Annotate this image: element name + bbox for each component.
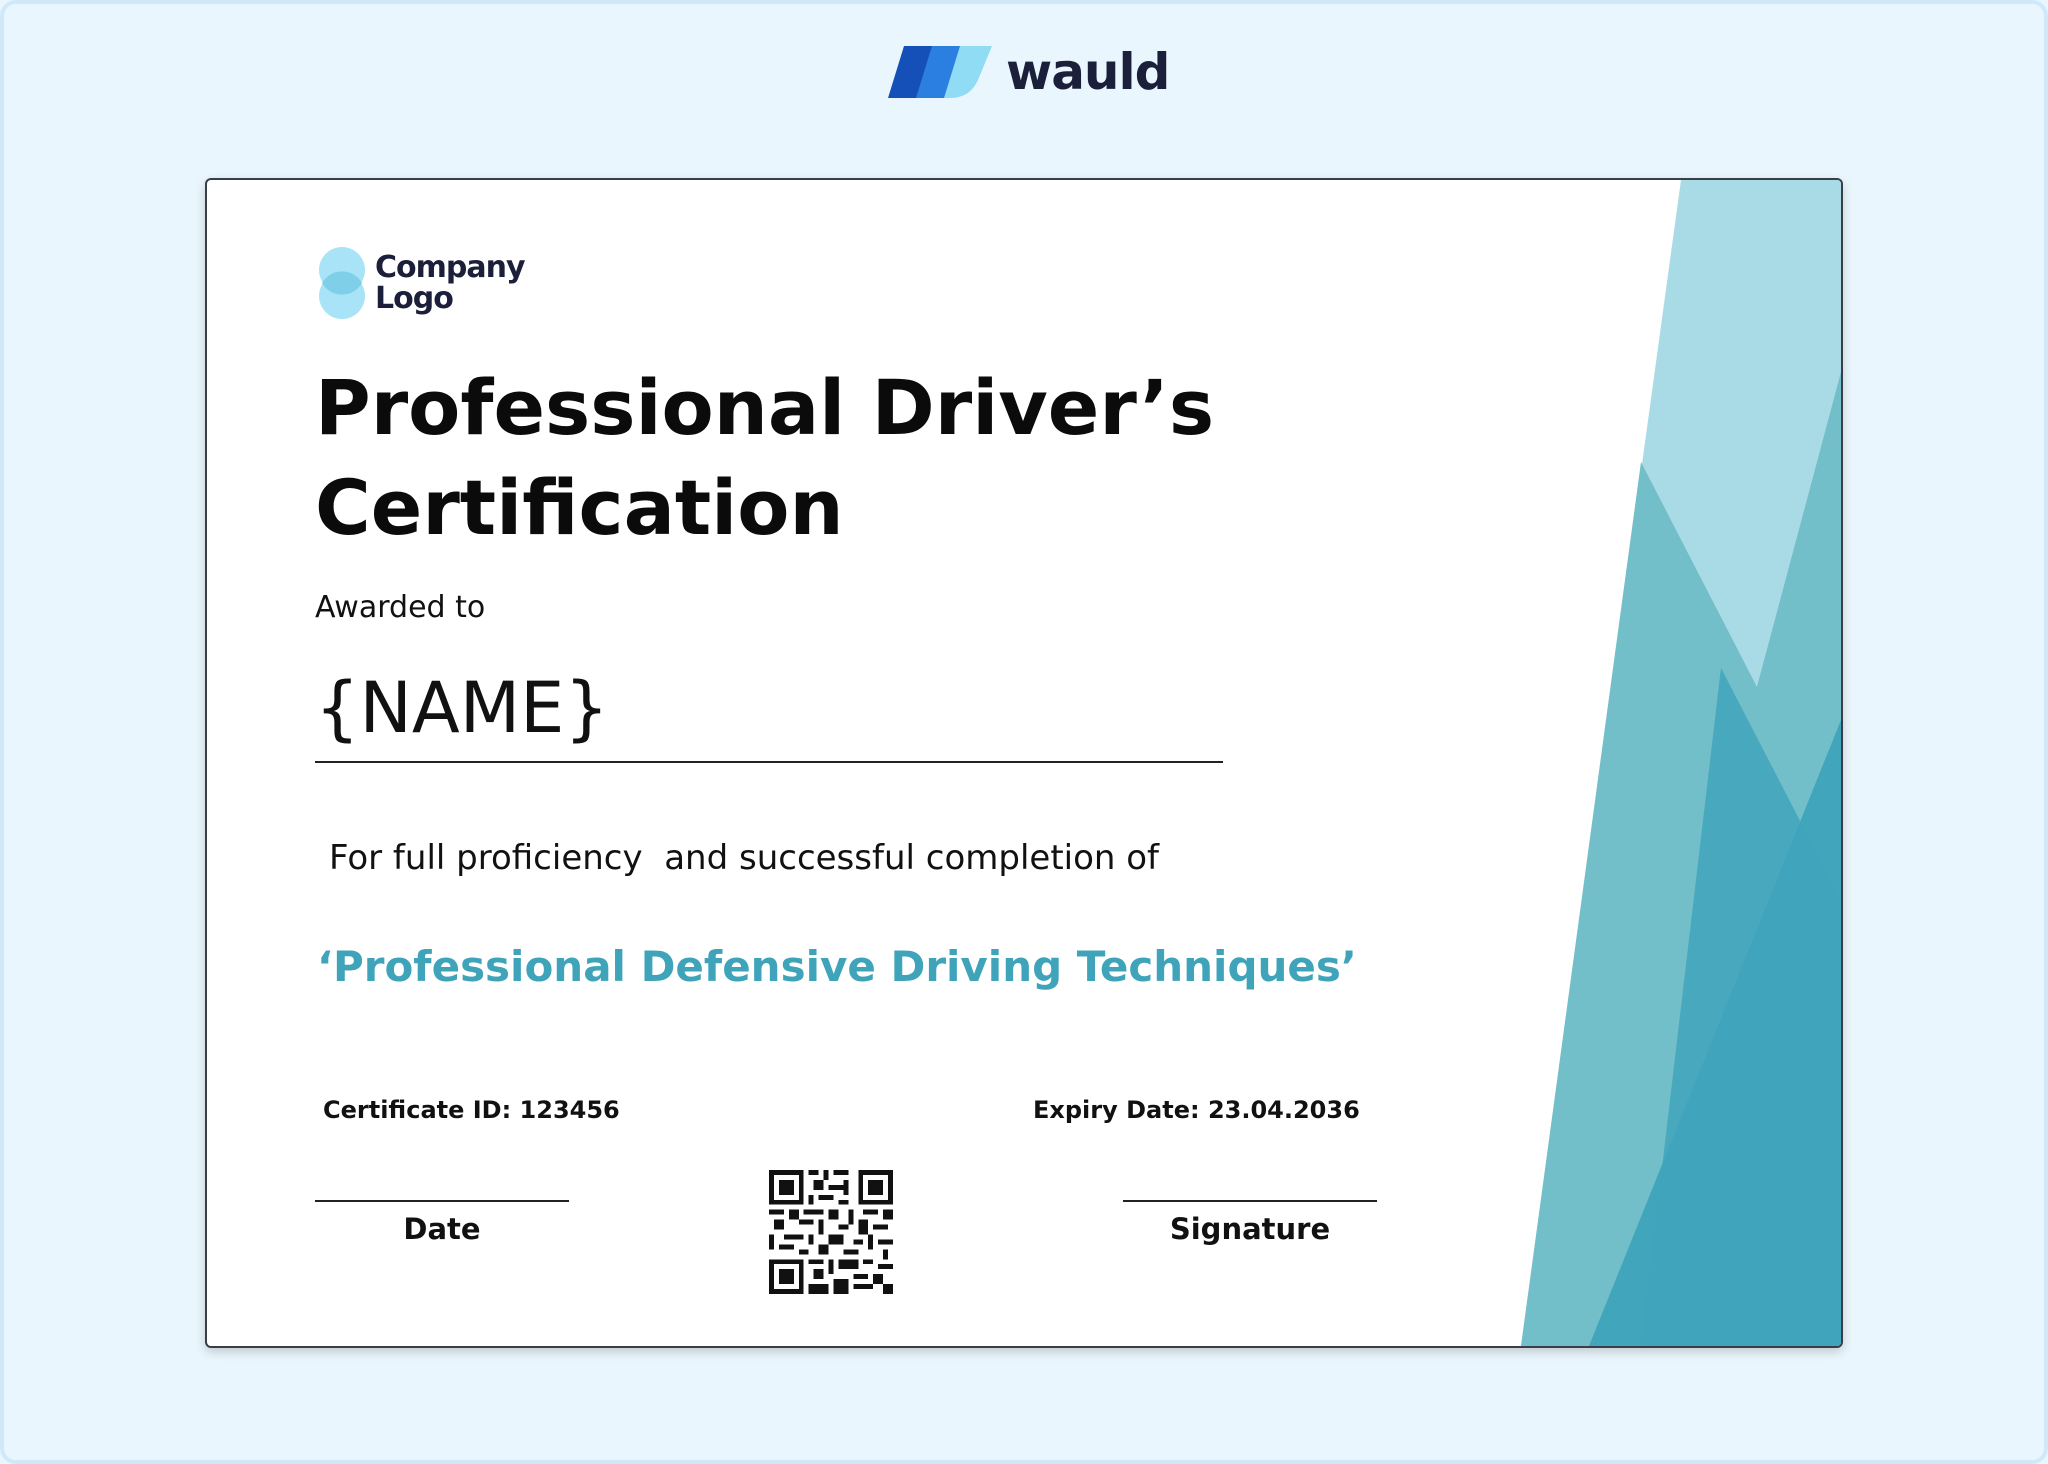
awarded-to-label: Awarded to bbox=[315, 590, 486, 625]
signature-line bbox=[1123, 1200, 1377, 1202]
brand-name: wauld bbox=[1006, 43, 1170, 101]
title-line-2: Certification bbox=[315, 463, 844, 552]
company-logo-text: Company Logo bbox=[375, 250, 526, 316]
company-logo-icon bbox=[319, 247, 365, 319]
date-line bbox=[315, 1200, 569, 1202]
wauld-logo-icon bbox=[888, 46, 992, 98]
company-logo-line1: Company bbox=[375, 250, 526, 285]
company-logo-line2: Logo bbox=[375, 281, 454, 316]
decorative-triangles bbox=[1521, 180, 1841, 1346]
company-logo: Company Logo bbox=[317, 246, 526, 320]
expiry-date: Expiry Date: 23.04.2036 bbox=[1033, 1096, 1360, 1124]
completion-text: For full proficiency and successful comp… bbox=[329, 838, 1160, 878]
brand-header: wauld bbox=[888, 43, 1170, 101]
qr-code-icon bbox=[769, 1170, 893, 1294]
name-underline bbox=[315, 761, 1223, 763]
certificate-title: Professional Driver’s Certification bbox=[315, 358, 1315, 558]
certificate-card: Company Logo Professional Driver’s Certi… bbox=[205, 178, 1843, 1348]
date-label: Date bbox=[403, 1212, 481, 1246]
certificate-id: Certificate ID: 123456 bbox=[323, 1096, 620, 1124]
title-line-1: Professional Driver’s bbox=[315, 363, 1215, 452]
signature-label: Signature bbox=[1169, 1212, 1331, 1246]
recipient-name: {NAME} bbox=[315, 667, 609, 749]
course-title: ‘Professional Defensive Driving Techniqu… bbox=[317, 942, 1357, 991]
